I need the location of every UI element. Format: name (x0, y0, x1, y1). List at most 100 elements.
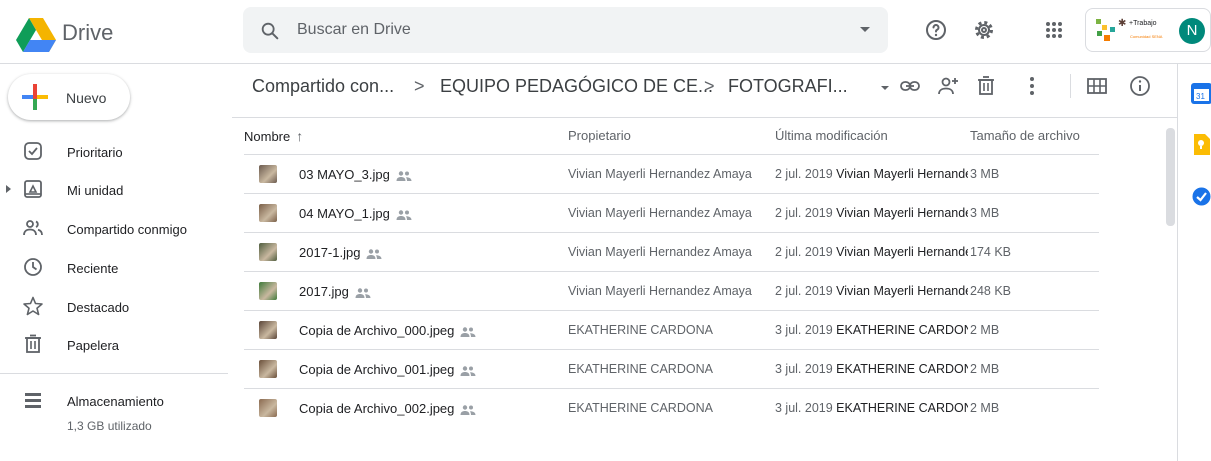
table-row[interactable]: 2017-1.jpg Vivian Mayerli Hernandez Amaya… (244, 232, 1099, 271)
file-modified: 3 jul. 2019 EKATHERINE CARDONA (775, 362, 968, 376)
sidebar-item-label: Reciente (67, 261, 119, 276)
svg-text:+Trabajo: +Trabajo (1129, 20, 1157, 27)
settings-icon[interactable] (972, 18, 996, 42)
file-size: 2 MB (970, 323, 1000, 337)
sidebar-item-trash[interactable]: Papelera (0, 327, 230, 363)
breadcrumb-item-shared[interactable]: Compartido con... (252, 76, 394, 97)
file-name[interactable]: 04 MAYO_1.jpg (299, 206, 412, 221)
sidebar-item-my-drive[interactable]: Mi unidad (0, 172, 230, 208)
modified-by: Vivian Mayerli Hernandez Amaya (836, 167, 968, 181)
file-name[interactable]: Copia de Archivo_002.jpeg (299, 401, 476, 416)
sidebar-item-recent[interactable]: Reciente (0, 250, 230, 286)
file-name[interactable]: 2017.jpg (299, 284, 371, 299)
modified-date: 2 jul. 2019 (775, 206, 833, 220)
svg-text:✱: ✱ (1118, 18, 1126, 29)
apps-icon[interactable] (1042, 18, 1066, 42)
file-size: 248 KB (970, 284, 1012, 298)
keep-icon[interactable] (1191, 134, 1211, 155)
column-header-size[interactable]: Tamaño de archivo (970, 128, 1080, 143)
account-switcher[interactable]: ✱ +Trabajo Comunidad SENA N (1085, 8, 1211, 52)
column-header-name[interactable]: Nombre ↑ (244, 128, 303, 144)
modified-date: 2 jul. 2019 (775, 167, 833, 181)
modified-date: 2 jul. 2019 (775, 284, 833, 298)
shared-people-icon (460, 404, 476, 415)
search-input[interactable]: Buscar en Drive (297, 21, 411, 39)
breadcrumb-item-equipo[interactable]: EQUIPO PEDAGÓGICO DE CE... (440, 76, 713, 97)
table-row[interactable]: Copia de Archivo_000.jpeg EKATHERINE CARD… (244, 310, 1099, 349)
priority-icon (24, 142, 42, 160)
sidebar-item-priority[interactable]: Prioritario (0, 134, 230, 170)
sidebar-item-shared-with-me[interactable]: Compartido conmigo (0, 211, 230, 247)
file-name[interactable]: 03 MAYO_3.jpg (299, 167, 412, 182)
search-bar[interactable]: Buscar en Drive (243, 7, 888, 53)
shared-people-icon (396, 209, 412, 220)
help-icon[interactable] (924, 18, 948, 42)
table-row[interactable]: 04 MAYO_1.jpg Vivian Mayerli Hernandez Am… (244, 193, 1099, 232)
modified-date: 3 jul. 2019 (775, 323, 833, 337)
avatar[interactable]: N (1179, 18, 1205, 44)
search-icon[interactable] (259, 20, 281, 42)
modified-by: EKATHERINE CARDONA (836, 362, 968, 376)
storage-icon (25, 393, 41, 408)
table-row[interactable]: 2017.jpg Vivian Mayerli Hernandez Amaya 2 … (244, 271, 1099, 310)
column-header-modified[interactable]: Última modificación (775, 128, 888, 143)
sidebar-item-storage[interactable]: Almacenamiento (0, 383, 230, 419)
svg-text:Comunidad SENA: Comunidad SENA (1130, 34, 1163, 39)
file-name-text: 2017.jpg (299, 284, 349, 299)
image-thumbnail (259, 399, 277, 417)
image-thumbnail (259, 321, 277, 339)
file-owner: Vivian Mayerli Hernandez Amaya (568, 245, 752, 259)
sort-arrow-up-icon[interactable]: ↑ (296, 128, 303, 144)
breadcrumb-item-current[interactable]: FOTOGRAFI... (728, 76, 848, 97)
breadcrumb-separator: > (704, 76, 715, 96)
file-size: 2 MB (970, 362, 1000, 376)
add-person-icon[interactable] (936, 74, 960, 98)
file-name[interactable]: Copia de Archivo_000.jpeg (299, 323, 476, 338)
sidebar-item-starred[interactable]: Destacado (0, 289, 230, 325)
app-name[interactable]: Drive (62, 20, 113, 46)
modified-by: Vivian Mayerli Hernandez Amaya (836, 284, 968, 298)
info-icon[interactable] (1128, 74, 1152, 98)
folder-menu-chevron-down-icon[interactable] (881, 86, 889, 90)
link-icon[interactable] (898, 74, 922, 98)
organization-logo: ✱ +Trabajo Comunidad SENA (1096, 18, 1163, 41)
new-button[interactable]: Nuevo (8, 74, 130, 120)
file-modified: 3 jul. 2019 EKATHERINE CARDONA (775, 323, 968, 337)
table-row[interactable]: Copia de Archivo_001.jpeg EKATHERINE CARD… (244, 349, 1099, 388)
file-owner: Vivian Mayerli Hernandez Amaya (568, 206, 752, 220)
shared-people-icon (366, 248, 382, 259)
column-header-owner[interactable]: Propietario (568, 128, 631, 143)
scrollbar[interactable] (1166, 128, 1175, 226)
my-drive-icon (24, 180, 42, 198)
sidebar-item-label: Mi unidad (67, 183, 124, 198)
sidebar-item-label: Destacado (67, 300, 130, 315)
plus-icon (22, 84, 48, 110)
file-size: 3 MB (970, 167, 1000, 181)
tasks-icon[interactable] (1191, 186, 1211, 207)
file-name-text: 2017-1.jpg (299, 245, 361, 260)
sidebar-item-label: Prioritario (67, 145, 123, 160)
column-header-name-label: Nombre (244, 129, 291, 144)
file-size: 3 MB (970, 206, 1000, 220)
trash-icon[interactable] (974, 74, 998, 98)
svg-text:31: 31 (1196, 92, 1205, 101)
modified-by: EKATHERINE CARDONA (836, 401, 968, 415)
expand-arrow-icon[interactable] (6, 185, 11, 193)
side-panel: 31 (1177, 64, 1211, 461)
calendar-icon[interactable]: 31 (1191, 83, 1211, 104)
file-modified: 2 jul. 2019 Vivian Mayerli Hernandez Ama… (775, 167, 968, 181)
top-bar: Drive Buscar en Drive ✱ +Trabajo Comunid… (0, 0, 1211, 64)
search-options-icon[interactable] (860, 27, 870, 32)
grid-view-icon[interactable] (1085, 74, 1109, 98)
toolbar-divider (1070, 74, 1071, 98)
file-name-text: Copia de Archivo_001.jpeg (299, 362, 455, 377)
file-modified: 2 jul. 2019 Vivian Mayerli Hernandez Ama… (775, 206, 968, 220)
more-vert-icon[interactable] (1020, 74, 1044, 98)
shared-people-icon (460, 365, 476, 376)
table-row[interactable]: 03 MAYO_3.jpg Vivian Mayerli Hernandez Am… (244, 154, 1099, 193)
table-row[interactable]: Copia de Archivo_002.jpeg EKATHERINE CARD… (244, 388, 1099, 427)
file-name[interactable]: 2017-1.jpg (299, 245, 382, 260)
drive-logo-icon[interactable] (16, 18, 56, 52)
sidebar-divider (0, 373, 228, 374)
file-name[interactable]: Copia de Archivo_001.jpeg (299, 362, 476, 377)
